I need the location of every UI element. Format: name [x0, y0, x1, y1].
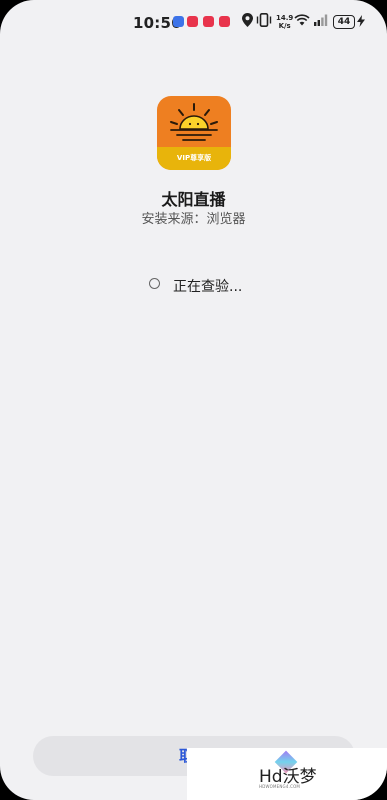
vibrate-icon [256, 13, 272, 27]
status-bar: 10:56 14.9 K/s 44 [0, 0, 387, 44]
network-speed-unit: K/s [278, 22, 291, 30]
installer-screen: 10:56 14.9 K/s 44 VIP尊享版 太阳直播 安装来源：浏览器 正… [0, 0, 387, 800]
location-icon [242, 13, 253, 27]
notification-red-icon [219, 16, 230, 27]
verification-status-text: 正在查验... [173, 279, 243, 295]
battery-icon: 44 [333, 15, 355, 29]
wifi-icon [294, 14, 310, 26]
network-speed-value: 14.9 [276, 14, 294, 22]
signal-icon [314, 14, 328, 26]
loading-spinner-icon [149, 278, 160, 289]
app-icon: VIP尊享版 [157, 96, 231, 170]
notification-red-icon [187, 16, 198, 27]
notification-blue-icon [173, 16, 184, 27]
app-name: 太阳直播 [161, 190, 226, 209]
install-source: 安装来源：浏览器 [141, 212, 246, 227]
charging-bolt-icon [357, 15, 365, 27]
watermark: Hd沃梦 HDWOMENG4.COM [187, 748, 387, 800]
app-icon-badge: VIP尊享版 [157, 147, 231, 170]
watermark-subtext: HDWOMENG4.COM [259, 784, 301, 789]
notification-red-icon [203, 16, 214, 27]
network-speed: 14.9 K/s [276, 14, 293, 30]
